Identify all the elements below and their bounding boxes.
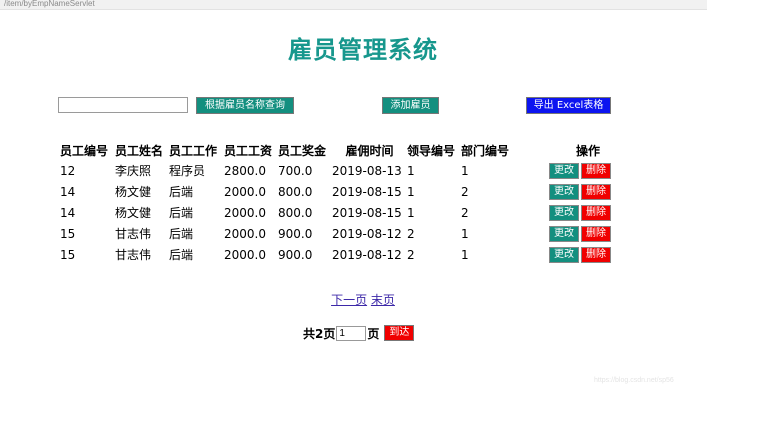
header-leader-id: 领导编号: [407, 144, 456, 158]
delete-button[interactable]: 删除: [581, 162, 611, 179]
export-excel-button[interactable]: 导出 Excel表格: [526, 97, 611, 114]
header-employee-name: 员工姓名: [115, 144, 164, 158]
cell-dept-id: 1: [461, 163, 469, 178]
cell-leader-id: 1: [407, 163, 415, 178]
cell-employee-salary: 2000.0: [224, 247, 266, 262]
browser-url-strip: /item/byEmpNameServlet: [0, 0, 707, 10]
page-jump: 共2页 页 到达: [303, 324, 415, 342]
cell-operations: 更改 删除: [549, 160, 627, 181]
cell-employee-job: 程序员: [169, 164, 206, 178]
edit-button[interactable]: 更改: [549, 204, 579, 221]
cell-employee-name: 杨文健: [115, 185, 152, 199]
search-by-name-button[interactable]: 根据雇员名称查询: [196, 97, 294, 114]
cell-hire-time: 2019-08-12: [332, 226, 402, 241]
page-number-input[interactable]: [336, 325, 367, 341]
cell-employee-name: 李庆照: [115, 164, 152, 178]
cell-dept-id: 2: [461, 205, 469, 220]
cell-employee-bonus: 800.0: [278, 205, 313, 220]
header-dept-id: 部门编号: [461, 144, 510, 158]
cell-employee-id: 12: [60, 163, 76, 178]
cell-leader-id: 2: [407, 247, 415, 262]
cell-employee-id: 14: [60, 205, 76, 220]
cell-employee-salary: 2800.0: [224, 163, 266, 178]
cell-leader-id: 2: [407, 226, 415, 241]
cell-employee-job: 后端: [169, 185, 194, 199]
cell-operations: 更改 删除: [549, 181, 627, 202]
pagination-links: 下一页 末页: [0, 291, 726, 308]
cell-employee-id: 14: [60, 184, 76, 199]
cell-employee-salary: 2000.0: [224, 226, 266, 241]
table-header-row: 员工编号 员工姓名 员工工作 员工工资 员工奖金 雇佣时间 领导编号 部门编号 …: [60, 141, 627, 160]
header-employee-id: 员工编号: [60, 144, 109, 158]
cell-employee-job: 后端: [169, 227, 194, 241]
cell-leader-id: 1: [407, 205, 415, 220]
delete-button[interactable]: 删除: [581, 225, 611, 242]
cell-hire-time: 2019-08-15: [332, 184, 402, 199]
table-row: 12 李庆照 程序员 2800.0 700.0 2019-08-13 1 1 更改 删除: [60, 160, 627, 181]
last-page-link[interactable]: 末页: [371, 293, 395, 307]
cell-employee-name: 甘志伟: [115, 227, 152, 241]
header-employee-job: 员工工作: [169, 144, 218, 158]
header-hire-time: 雇佣时间: [345, 144, 394, 158]
total-pages-label: 共2页: [303, 326, 336, 341]
table-row: 14 杨文健 后端 2000.0 800.0 2019-08-15 1 2 更改 删除: [60, 202, 627, 223]
cell-employee-name: 甘志伟: [115, 248, 152, 262]
cell-hire-time: 2019-08-13: [332, 163, 402, 178]
cell-hire-time: 2019-08-12: [332, 247, 402, 262]
cell-employee-id: 15: [60, 247, 76, 262]
delete-button[interactable]: 删除: [581, 246, 611, 263]
edit-button[interactable]: 更改: [549, 183, 579, 200]
cell-hire-time: 2019-08-15: [332, 205, 402, 220]
add-employee-button[interactable]: 添加雇员: [382, 97, 439, 114]
cell-operations: 更改 删除: [549, 223, 627, 244]
go-to-page-button[interactable]: 到达: [384, 325, 415, 341]
next-page-link[interactable]: 下一页: [331, 293, 367, 307]
edit-button[interactable]: 更改: [549, 246, 579, 263]
delete-button[interactable]: 删除: [581, 204, 611, 221]
cell-dept-id: 1: [461, 226, 469, 241]
cell-operations: 更改 删除: [549, 244, 627, 265]
table-row: 15 甘志伟 后端 2000.0 900.0 2019-08-12 2 1 更改 删除: [60, 223, 627, 244]
employee-name-search-input[interactable]: [58, 97, 188, 113]
cell-employee-job: 后端: [169, 206, 194, 220]
cell-dept-id: 2: [461, 184, 469, 199]
cell-employee-salary: 2000.0: [224, 184, 266, 199]
cell-employee-job: 后端: [169, 248, 194, 262]
cell-employee-salary: 2000.0: [224, 205, 266, 220]
cell-leader-id: 1: [407, 184, 415, 199]
cell-employee-bonus: 900.0: [278, 247, 313, 262]
cell-employee-bonus: 900.0: [278, 226, 313, 241]
header-employee-bonus: 员工奖金: [278, 144, 327, 158]
edit-button[interactable]: 更改: [549, 162, 579, 179]
header-employee-salary: 员工工资: [224, 144, 273, 158]
header-operations: 操作: [575, 144, 600, 158]
watermark-text: https://blog.csdn.net/sp56: [594, 377, 674, 384]
cell-operations: 更改 删除: [549, 202, 627, 223]
employee-table: 员工编号 员工姓名 员工工作 员工工资 员工奖金 雇佣时间 领导编号 部门编号 …: [60, 141, 627, 265]
cell-employee-bonus: 700.0: [278, 163, 313, 178]
cell-employee-name: 杨文健: [115, 206, 152, 220]
page-title: 雇员管理系统: [288, 36, 438, 64]
cell-dept-id: 1: [461, 247, 469, 262]
cell-employee-bonus: 800.0: [278, 184, 313, 199]
page-suffix-label: 页: [367, 326, 380, 341]
table-row: 15 甘志伟 后端 2000.0 900.0 2019-08-12 2 1 更改 删除: [60, 244, 627, 265]
edit-button[interactable]: 更改: [549, 225, 579, 242]
cell-employee-id: 15: [60, 226, 76, 241]
table-row: 14 杨文健 后端 2000.0 800.0 2019-08-15 1 2 更改 删除: [60, 181, 627, 202]
delete-button[interactable]: 删除: [581, 183, 611, 200]
